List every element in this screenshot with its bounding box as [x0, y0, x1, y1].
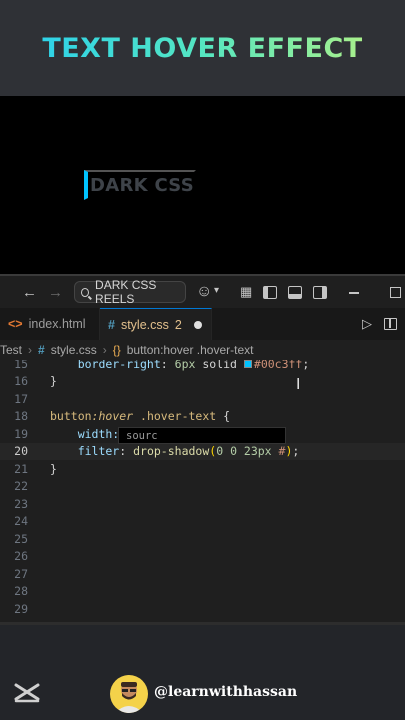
code-text: width: — [50, 426, 120, 441]
editor-tabs: <> index.html # style.css 2 ▷ — [0, 308, 405, 340]
breadcrumb: Test › # style.css › {} button:hover .ho… — [0, 340, 405, 360]
hover-text-demo[interactable]: DARK CSS — [84, 170, 197, 200]
run-icon[interactable]: ▷ — [362, 316, 372, 332]
breadcrumb-file[interactable]: style.css — [51, 343, 97, 357]
code-text: } — [50, 461, 57, 476]
css-icon: # — [108, 317, 115, 332]
code-line: 22 — [0, 478, 405, 496]
tab-style-css[interactable]: # style.css 2 — [100, 308, 212, 340]
css-icon: # — [38, 343, 45, 357]
unsaved-dot-icon[interactable] — [193, 320, 202, 329]
banner-title: TEXT HOVER EFFECT — [42, 32, 363, 64]
line-number: 21 — [14, 461, 28, 476]
maximize-icon[interactable] — [390, 287, 401, 298]
color-swatch-icon[interactable] — [243, 360, 252, 369]
capcut-logo-icon — [14, 683, 40, 703]
tab-label: index.html — [28, 317, 86, 331]
toggle-secondary-sidebar-icon[interactable] — [313, 286, 327, 299]
breadcrumb-symbol[interactable]: button:hover .hover-text — [127, 343, 254, 357]
toggle-sidebar-icon[interactable] — [263, 286, 277, 299]
problems-count: 2 — [174, 317, 182, 332]
code-text: filter: drop-shadow(0 0 23px #); — [50, 444, 300, 459]
line-number: 19 — [14, 426, 28, 441]
command-center-label: DARK CSS REELS — [95, 278, 157, 306]
line-number: 17 — [14, 391, 28, 406]
code-line: 23 — [0, 495, 405, 513]
creator-handle: @learnwithhassan — [154, 684, 298, 700]
line-number: 22 — [14, 479, 28, 494]
chevron-right-icon: › — [28, 343, 33, 357]
code-line: 15 border-right: 6px solid #00c3ff; — [0, 360, 405, 373]
back-arrow-icon[interactable]: ← — [22, 285, 37, 300]
autocomplete-suggestion[interactable]: sourc — [118, 427, 286, 444]
code-line: 17 — [0, 390, 405, 408]
code-line: 25 — [0, 530, 405, 548]
toggle-panel-icon[interactable] — [288, 286, 302, 299]
layout-customize-icon[interactable]: ▦ — [240, 285, 252, 298]
code-line: 26 — [0, 548, 405, 566]
line-number: 28 — [14, 584, 28, 599]
forward-arrow-icon[interactable]: → — [48, 285, 63, 300]
avatar — [110, 675, 148, 713]
code-line: 29 — [0, 600, 405, 618]
symbol-icon: {} — [112, 343, 121, 357]
command-center[interactable]: DARK CSS REELS — [74, 278, 186, 306]
code-text: } — [50, 374, 57, 389]
code-line: 21 } — [0, 460, 405, 478]
vscode-titlebar: ← → DARK CSS REELS ☺ ▾ ▦ — [0, 274, 405, 308]
split-editor-icon[interactable] — [384, 318, 397, 330]
line-number: 29 — [14, 601, 28, 616]
code-text: border-right: 6px solid #00c3ff; — [50, 360, 310, 371]
tab-label: style.css — [120, 317, 169, 332]
line-number: 15 — [14, 360, 28, 371]
title-banner: TEXT HOVER EFFECT — [0, 0, 405, 96]
code-line: 16 } — [0, 373, 405, 391]
breadcrumb-folder[interactable]: Test — [0, 343, 22, 357]
chevron-right-icon: › — [102, 343, 107, 357]
copilot-icon[interactable]: ☺ — [196, 284, 212, 300]
code-editor[interactable]: 15 border-right: 6px solid #00c3ff; 16 }… — [0, 360, 405, 622]
code-line: 18 button:hover .hover-text { — [0, 408, 405, 426]
line-number: 23 — [14, 496, 28, 511]
line-number: 18 — [14, 409, 28, 424]
footer — [0, 625, 405, 720]
tab-actions: ▷ — [362, 308, 405, 340]
line-number: 20 — [14, 444, 28, 459]
line-number: 26 — [14, 549, 28, 564]
html-icon: <> — [8, 317, 23, 331]
code-text: button:hover .hover-text { — [50, 409, 231, 424]
line-number: 16 — [14, 374, 28, 389]
code-line-current: 20 filter: drop-shadow(0 0 23px #); — [0, 442, 405, 460]
code-line: 24 — [0, 513, 405, 531]
chevron-down-icon[interactable]: ▾ — [214, 286, 219, 296]
text-cursor-icon: I — [296, 375, 301, 393]
line-number: 27 — [14, 566, 28, 581]
line-number: 24 — [14, 514, 28, 529]
minimize-icon[interactable] — [349, 292, 359, 294]
code-line: 28 — [0, 583, 405, 601]
line-number: 25 — [14, 531, 28, 546]
tab-index-html[interactable]: <> index.html — [0, 308, 100, 340]
code-line: 27 — [0, 565, 405, 583]
search-icon — [81, 287, 90, 297]
preview-area: DARK CSS — [0, 96, 405, 274]
